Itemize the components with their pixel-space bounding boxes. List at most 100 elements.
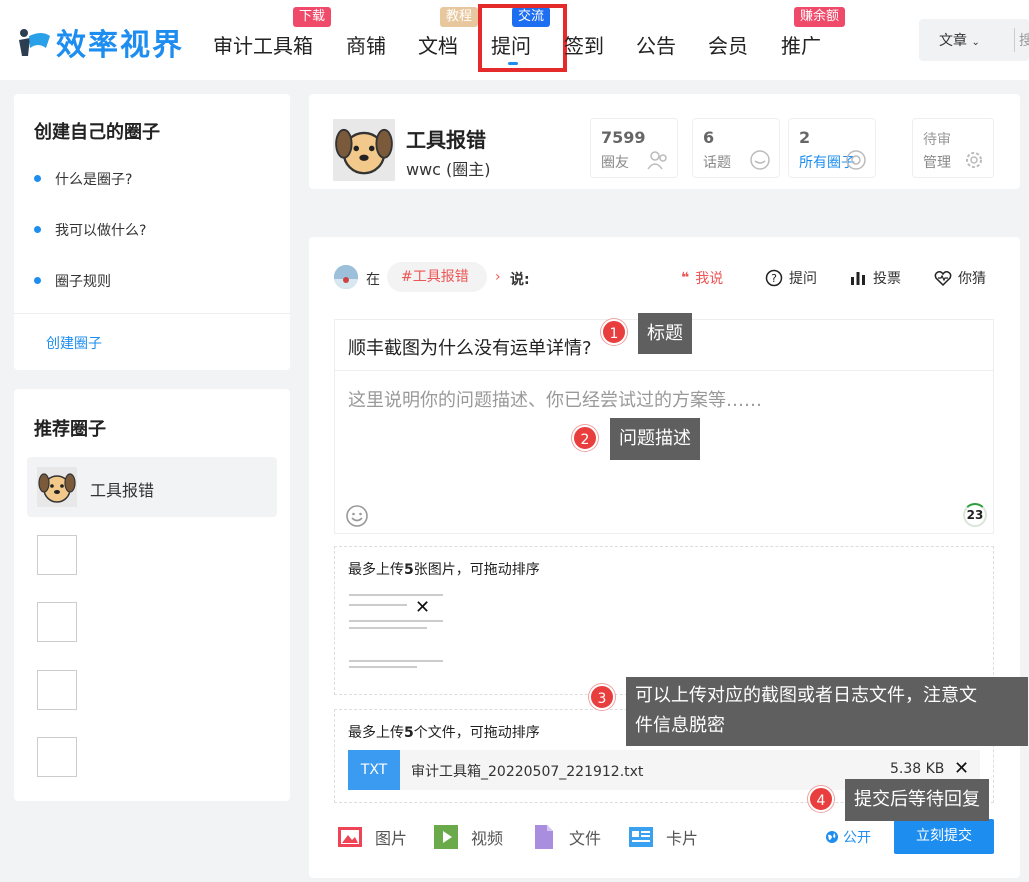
create-circle-panel: 创建自己的圈子 什么是圈子? 我可以做什么? 圈子规则 创建圈子	[14, 94, 290, 370]
tool-card[interactable]: 卡片	[628, 824, 698, 850]
highlight-box	[478, 4, 567, 72]
tab-vote-label: 投票	[873, 271, 901, 287]
create-circle-link[interactable]: 创建圈子	[46, 333, 102, 353]
tool-image[interactable]: 图片	[337, 824, 407, 850]
svg-text:?: ?	[771, 272, 777, 285]
file-upload-suffix: 个文件，可拖动排序	[413, 725, 540, 741]
file-type-badge: TXT	[348, 750, 400, 790]
stat-members[interactable]: 7599 圈友	[590, 118, 678, 178]
tool-video[interactable]: 视频	[433, 824, 503, 850]
post-say-label: 说:	[510, 272, 530, 288]
chat-icon	[750, 150, 770, 170]
link-circle-rules[interactable]: 圈子规则	[55, 271, 111, 291]
recommended-circle-item[interactable]: 工具报错	[27, 457, 277, 517]
stat-topics[interactable]: 6 话题	[692, 118, 780, 178]
chevron-right-icon: ›	[495, 269, 501, 285]
tab-ask[interactable]: ? 提问	[765, 268, 817, 288]
image-upload-count: 5	[404, 562, 414, 578]
remove-image-icon[interactable]: ✕	[415, 597, 430, 618]
tab-i-say[interactable]: ❝ 我说	[681, 268, 723, 288]
video-icon	[434, 825, 458, 849]
remove-file-icon[interactable]: ✕	[954, 758, 969, 779]
annotation-marker-1: 1	[601, 319, 627, 345]
annotation-label-2: 问题描述	[610, 418, 700, 460]
nav-checkin[interactable]: 签到	[564, 30, 604, 59]
search-type-select[interactable]: 文章 ⌄	[939, 30, 980, 50]
stat-manage-label: 管理	[923, 155, 951, 171]
placeholder-box	[37, 670, 77, 710]
nav-promotion[interactable]: 推广	[781, 30, 821, 59]
quote-icon: ❝	[681, 270, 690, 286]
placeholder-box	[37, 737, 77, 777]
stat-manage[interactable]: 待审 管理	[912, 118, 994, 178]
stat-topics-label: 话题	[703, 155, 731, 171]
globe-icon	[826, 831, 838, 843]
users-icon	[647, 151, 667, 170]
file-upload-title: 最多上传5个文件，可拖动排序	[348, 722, 540, 742]
stat-manage-value: 待审	[923, 132, 951, 148]
logo-text: 效率视界	[56, 28, 184, 63]
emoji-icon[interactable]	[345, 504, 369, 528]
tab-ask-label: 提问	[789, 271, 817, 287]
bullet-dot	[34, 226, 41, 233]
image-upload-title: 最多上传5张图片，可拖动排序	[348, 559, 540, 579]
annotation-marker-2: 2	[572, 425, 598, 451]
stat-all-circles[interactable]: 2 所有圈子	[788, 118, 876, 178]
annotation-label-3-line2: 件信息脱密	[635, 715, 725, 736]
image-upload-area[interactable]: 最多上传5张图片，可拖动排序 ✕	[334, 546, 994, 695]
tool-video-label: 视频	[471, 829, 504, 848]
image-thumbnail[interactable]	[347, 587, 447, 669]
title-input[interactable]: 顺丰截图为什么没有运单详情?	[348, 334, 592, 360]
divider	[14, 313, 290, 314]
search-input[interactable]: 搜	[1019, 30, 1029, 50]
post-tag-pill[interactable]: #工具报错	[387, 262, 487, 292]
file-name: 审计工具箱_20220507_221912.txt	[411, 764, 644, 780]
editor-divider	[335, 370, 993, 371]
nav-shop[interactable]: 商铺	[346, 30, 386, 59]
submit-button[interactable]: 立刻提交	[894, 819, 994, 854]
nav-announcements[interactable]: 公告	[636, 30, 676, 59]
tab-guess[interactable]: 你猜	[934, 268, 986, 288]
image-upload-suffix: 张图片，可拖动排序	[413, 562, 540, 578]
nav-docs[interactable]: 文档	[418, 30, 458, 59]
tool-image-label: 图片	[375, 829, 408, 848]
post-in-label: 在	[366, 272, 380, 288]
logo-icon	[19, 29, 50, 56]
stat-topics-value: 6	[703, 128, 715, 147]
nav-audit-toolbox[interactable]: 审计工具箱	[213, 30, 313, 59]
search-area: 文章 ⌄ 搜	[919, 19, 1029, 61]
placeholder-box	[37, 535, 77, 575]
file-upload-prefix: 最多上传	[348, 725, 404, 741]
heart-pulse-icon	[934, 271, 952, 287]
recommended-circle-name: 工具报错	[90, 481, 155, 500]
file-size: 5.38 KB	[890, 761, 945, 777]
stat-members-value: 7599	[601, 128, 646, 147]
tool-card-label: 卡片	[666, 829, 699, 848]
link-what-is-circle[interactable]: 什么是圈子?	[55, 169, 132, 189]
nav-membership[interactable]: 会员	[708, 30, 748, 59]
tool-file[interactable]: 文件	[531, 824, 601, 850]
dog-avatar-icon	[37, 467, 77, 507]
group-owner[interactable]: wwc (圈主)	[406, 156, 491, 180]
bullet-dot	[34, 175, 41, 182]
group-name: 工具报错	[406, 128, 486, 152]
badge-download: 下载	[293, 7, 332, 27]
badge-tutorial: 教程	[440, 7, 479, 27]
user-avatar[interactable]	[334, 265, 358, 289]
visibility-toggle[interactable]: 公开	[825, 827, 871, 847]
image-upload-prefix: 最多上传	[348, 562, 404, 578]
stat-circles-value: 2	[799, 128, 811, 147]
annotation-label-1: 标题	[638, 313, 692, 354]
annotation-marker-3: 3	[589, 684, 615, 710]
question-circle-icon: ?	[765, 269, 783, 287]
site-logo[interactable]: 效率视界	[16, 22, 184, 63]
chevron-down-icon: ⌄	[971, 37, 980, 48]
annotation-label-3-line1: 可以上传对应的截图或者日志文件，注意文	[635, 685, 977, 706]
search-type-label: 文章	[939, 33, 967, 49]
tab-vote[interactable]: 投票	[849, 268, 901, 288]
recommended-title: 推荐圈子	[34, 419, 106, 440]
stat-members-label: 圈友	[601, 155, 629, 171]
gear-icon	[966, 152, 982, 168]
description-textarea[interactable]: 这里说明你的问题描述、你已经尝试过的方案等……	[348, 386, 762, 412]
link-what-can-i-do[interactable]: 我可以做什么?	[55, 220, 146, 240]
